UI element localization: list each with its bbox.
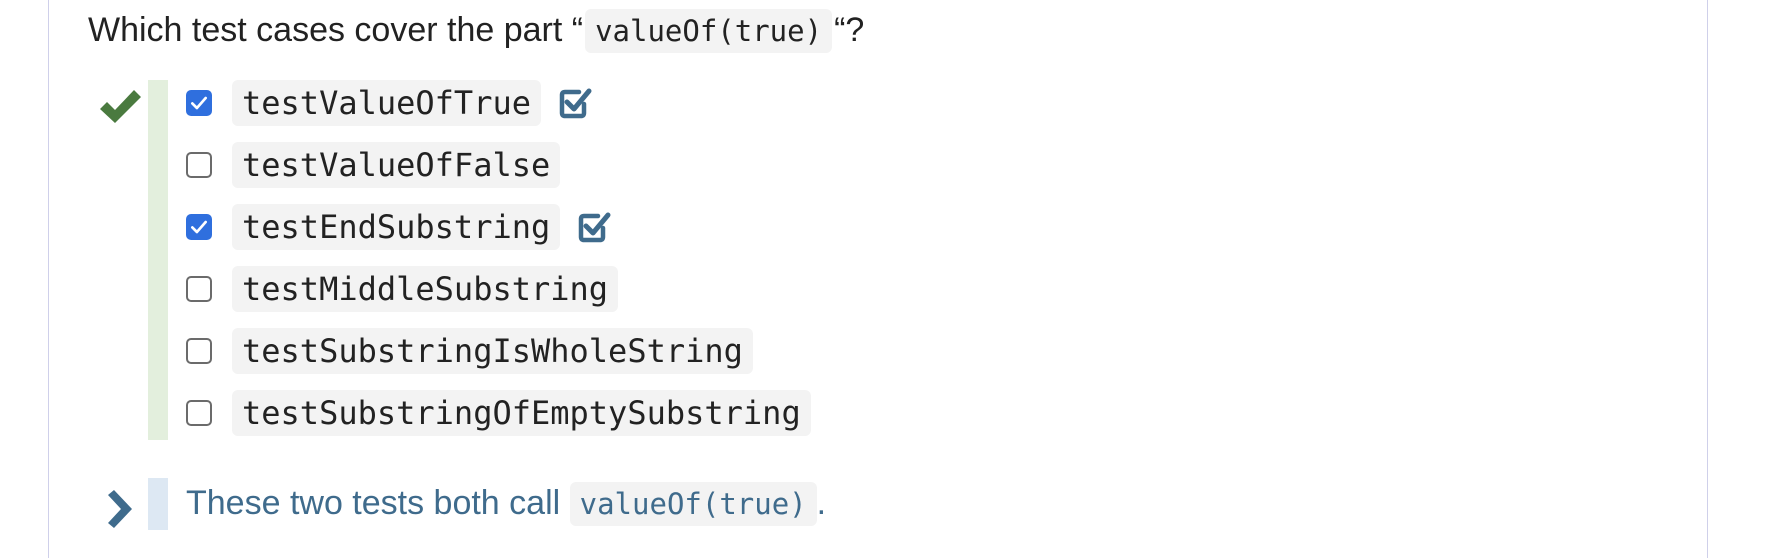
option-label: testValueOfTrue [232, 80, 541, 126]
question-code: valueOf(true) [585, 9, 833, 53]
option-checkbox[interactable] [186, 90, 212, 116]
option-checkbox[interactable] [186, 338, 212, 364]
question-text: Which test cases cover the part “valueOf… [88, 9, 864, 53]
option-checkbox[interactable] [186, 152, 212, 178]
hint-suffix: . [816, 484, 827, 522]
hint-indicator-bar [148, 478, 168, 530]
chevron-right-icon[interactable] [104, 490, 134, 528]
option-row[interactable]: testValueOfFalse [186, 140, 561, 190]
correct-indicator-bar [148, 80, 168, 440]
question-suffix: “? [834, 11, 865, 49]
option-checkbox[interactable] [186, 400, 212, 426]
option-label: testMiddleSubstring [232, 266, 619, 312]
option-row[interactable]: testMiddleSubstring [186, 264, 619, 314]
option-label: testValueOfFalse [232, 142, 561, 188]
hint-code: valueOf(true) [569, 482, 817, 526]
option-row[interactable]: testSubstringIsWholeString [186, 326, 753, 376]
correct-answer-icon [579, 212, 611, 243]
option-label: testSubstringOfEmptySubstring [232, 390, 811, 436]
checkmark-icon [100, 90, 141, 123]
option-checkbox[interactable] [186, 214, 212, 240]
option-row[interactable]: testValueOfTrue [186, 78, 593, 128]
option-label: testSubstringIsWholeString [232, 328, 753, 374]
question-prefix: Which test cases cover the part “ [88, 11, 584, 49]
option-label: testEndSubstring [232, 204, 561, 250]
option-checkbox[interactable] [186, 276, 212, 302]
checkbox-check-icon [191, 220, 207, 234]
hint-label: These two tests both call [186, 484, 570, 522]
correct-answer-icon [559, 88, 592, 119]
checkbox-check-icon [191, 96, 207, 110]
option-row[interactable]: testEndSubstring [186, 202, 612, 252]
option-row[interactable]: testSubstringOfEmptySubstring [186, 388, 811, 438]
hint-text: These two tests both call valueOf(true). [186, 480, 826, 526]
